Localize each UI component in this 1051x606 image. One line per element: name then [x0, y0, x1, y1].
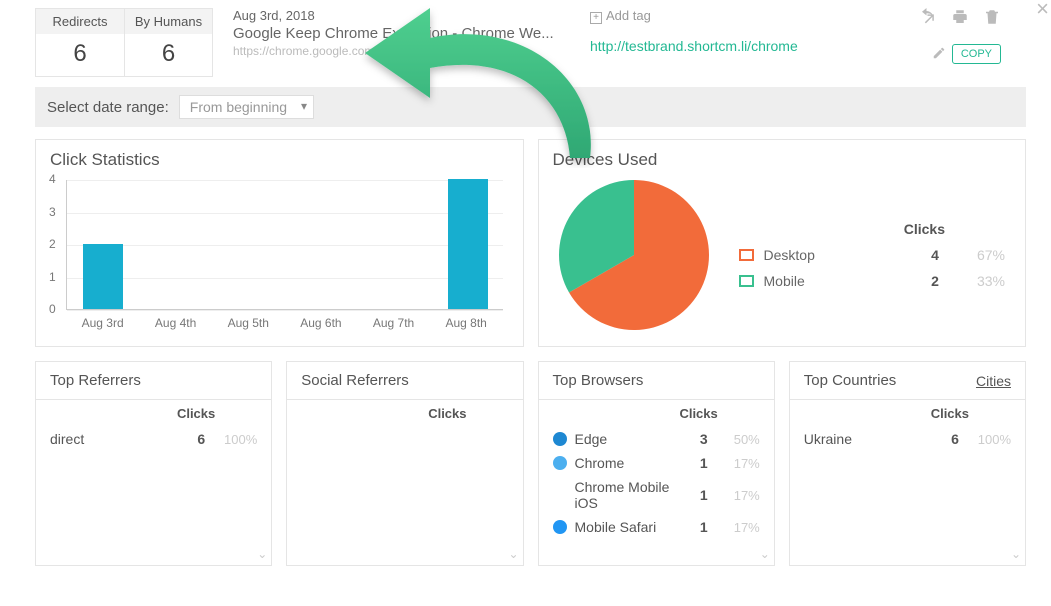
edit-icon[interactable]: [932, 46, 946, 60]
print-icon[interactable]: [951, 8, 969, 26]
bar: [448, 179, 488, 309]
scroll-down-icon[interactable]: ⌄: [760, 547, 770, 561]
row-name: Ukraine: [804, 431, 941, 447]
devices-title: Devices Used: [539, 140, 1026, 180]
top-referrers-title: Top Referrers: [50, 372, 141, 389]
row-pct: 17%: [718, 520, 760, 535]
row-name: Chrome Mobile iOS: [575, 479, 690, 511]
device-pct: 33%: [955, 273, 1005, 289]
row-pct: 17%: [718, 488, 760, 503]
date-range-bar: Select date range: From beginning: [35, 87, 1026, 127]
row-name: Edge: [575, 431, 690, 447]
device-name: Desktop: [764, 247, 916, 263]
table-row: Ukraine6100%: [804, 427, 1011, 451]
row-pct: 100%: [969, 432, 1011, 447]
devices-panel: Devices Used Clicks Desktop467% Mobile233…: [538, 139, 1027, 347]
browser-icon: [553, 488, 567, 502]
row-clicks: 1: [690, 519, 718, 535]
add-tag-button[interactable]: + Add tag: [590, 8, 798, 24]
row-clicks: 6: [187, 431, 215, 447]
byhumans-value: 6: [125, 34, 212, 76]
close-icon[interactable]: ×: [1036, 0, 1049, 22]
row-name: Mobile Safari: [575, 519, 690, 535]
click-statistics-panel: Click Statistics 01234 Aug 3rd Aug 4th Aug…: [35, 139, 524, 347]
date-range-label: Select date range:: [47, 99, 169, 116]
device-row: Desktop467%: [739, 247, 1006, 263]
x-tick: Aug 7th: [373, 316, 414, 330]
device-clicks: 4: [915, 247, 955, 263]
x-tick: Aug 3rd: [82, 316, 124, 330]
browser-icon: [553, 456, 567, 470]
bar: [83, 244, 123, 309]
date-range-select[interactable]: From beginning: [179, 95, 314, 119]
scroll-down-icon[interactable]: ⌄: [508, 547, 518, 561]
device-name: Mobile: [764, 273, 916, 289]
long-url: https://chrome.google.com/webstore/detai…: [233, 44, 554, 58]
devices-pie-chart: [559, 180, 709, 330]
browser-icon: [553, 520, 567, 534]
row-pct: 50%: [718, 432, 760, 447]
x-tick: Aug 4th: [155, 316, 196, 330]
stat-boxes: Redirects 6 By Humans 6: [35, 8, 213, 77]
top-countries-card: Top Countries Cities Clicks Ukraine6100%…: [789, 361, 1026, 566]
row-clicks: 6: [941, 431, 969, 447]
row-clicks: 1: [690, 487, 718, 503]
trash-icon[interactable]: [983, 8, 1001, 26]
row-name: Chrome: [575, 455, 690, 471]
row-name: direct: [50, 431, 187, 447]
social-referrers-card: Social Referrers Clicks ⌄: [286, 361, 523, 566]
top-browsers-card: Top Browsers Clicks Edge350%Chrome117%Ch…: [538, 361, 775, 566]
share-icon[interactable]: [919, 8, 937, 26]
clicks-header: Clicks: [679, 406, 717, 421]
copy-button[interactable]: COPY: [952, 44, 1001, 64]
device-swatch-icon: [739, 249, 754, 261]
table-row: Edge350%: [553, 427, 760, 451]
row-pct: 17%: [718, 456, 760, 471]
plus-icon: +: [590, 12, 602, 24]
top-browsers-title: Top Browsers: [553, 372, 644, 389]
created-date: Aug 3rd, 2018: [233, 8, 554, 23]
top-countries-title: Top Countries: [804, 372, 897, 389]
scroll-down-icon[interactable]: ⌄: [1011, 547, 1021, 561]
row-pct: 100%: [215, 432, 257, 447]
device-swatch-icon: [739, 275, 754, 287]
click-bar-chart: 01234: [66, 180, 503, 310]
clicks-header: Clicks: [931, 406, 969, 421]
table-row: Mobile Safari117%: [553, 515, 760, 539]
social-referrers-title: Social Referrers: [301, 372, 409, 389]
browser-icon: [553, 432, 567, 446]
clicks-header: Clicks: [177, 406, 215, 421]
row-clicks: 1: [690, 455, 718, 471]
device-clicks: 2: [915, 273, 955, 289]
redirects-value: 6: [36, 34, 124, 76]
cities-link[interactable]: Cities: [976, 373, 1011, 389]
table-row: Chrome117%: [553, 451, 760, 475]
x-tick: Aug 5th: [228, 316, 269, 330]
device-pct: 67%: [955, 247, 1005, 263]
click-statistics-title: Click Statistics: [36, 140, 523, 180]
table-row: Chrome Mobile iOS117%: [553, 475, 760, 515]
table-row: direct6100%: [50, 427, 257, 451]
byhumans-label: By Humans: [125, 9, 212, 34]
x-tick: Aug 6th: [300, 316, 341, 330]
add-tag-label: Add tag: [606, 8, 651, 23]
redirects-label: Redirects: [36, 9, 124, 34]
page-title: Google Keep Chrome Extension - Chrome We…: [233, 25, 554, 42]
x-tick: Aug 8th: [445, 316, 486, 330]
devices-clicks-header: Clicks: [739, 221, 1006, 237]
row-clicks: 3: [690, 431, 718, 447]
device-row: Mobile233%: [739, 273, 1006, 289]
short-link[interactable]: http://testbrand.shortcm.li/chrome: [590, 38, 798, 54]
top-referrers-card: Top Referrers Clicks direct6100% ⌄: [35, 361, 272, 566]
scroll-down-icon[interactable]: ⌄: [257, 547, 267, 561]
clicks-header: Clicks: [428, 406, 466, 421]
